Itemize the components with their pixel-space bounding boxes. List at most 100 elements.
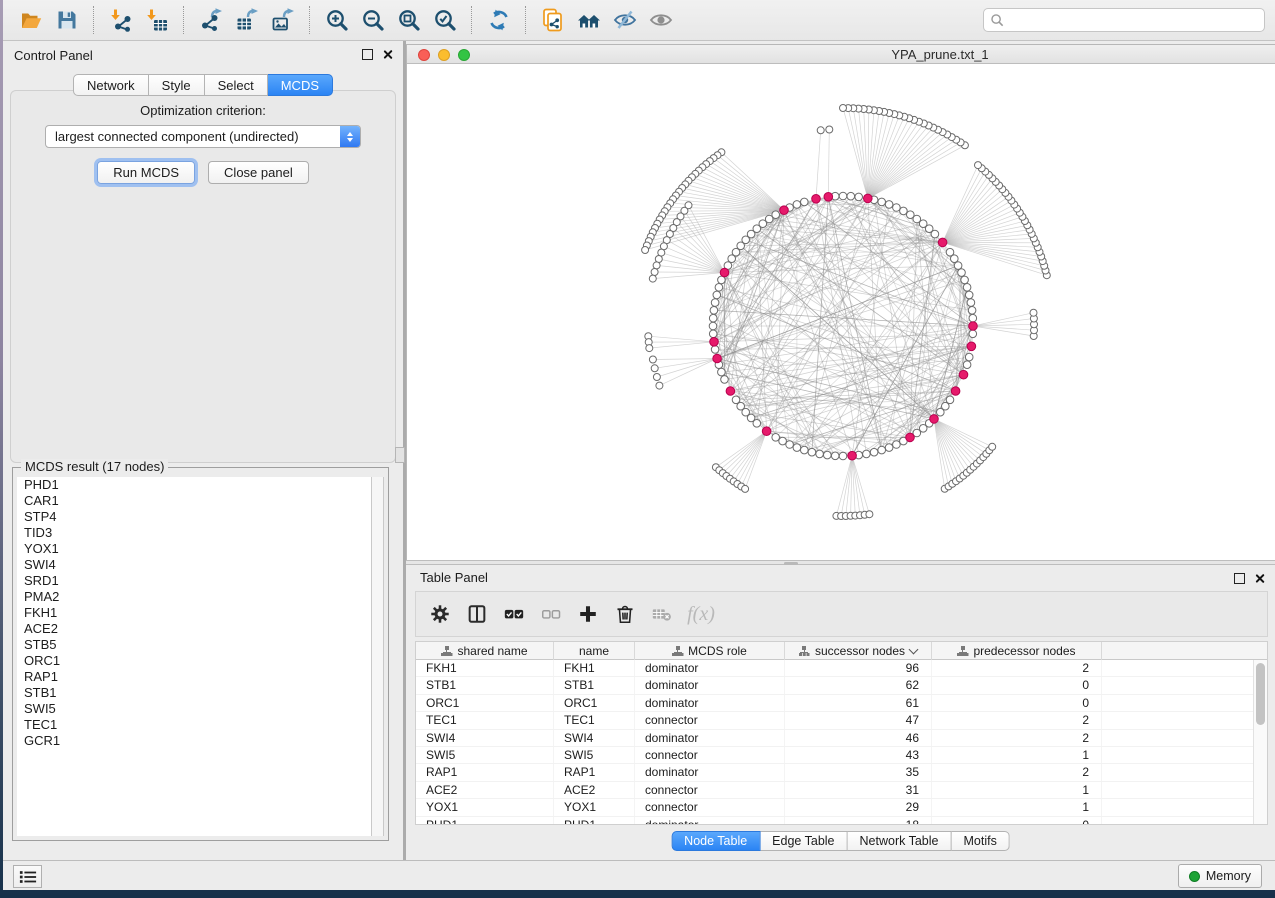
select-all-button[interactable] — [500, 600, 528, 628]
network-node[interactable] — [742, 485, 749, 492]
network-node[interactable] — [870, 448, 878, 456]
network-graph[interactable] — [407, 64, 1275, 560]
network-node[interactable] — [728, 255, 736, 263]
show-all-button[interactable] — [645, 5, 677, 35]
splitter-grip[interactable] — [395, 447, 405, 463]
scrollbar-thumb[interactable] — [1256, 663, 1265, 725]
network-node[interactable] — [721, 376, 729, 384]
tab-edge-table[interactable]: Edge Table — [760, 831, 847, 851]
table-row[interactable]: SWI5SWI5connector431 — [416, 747, 1267, 764]
new-network-from-selection-button[interactable] — [537, 5, 569, 35]
network-node[interactable] — [1030, 309, 1037, 316]
export-network-button[interactable] — [195, 5, 227, 35]
hide-selected-button[interactable] — [609, 5, 641, 35]
network-node[interactable] — [864, 194, 873, 203]
network-node[interactable] — [812, 195, 821, 204]
column-header-successor-nodes[interactable]: successor nodes — [785, 642, 932, 660]
zoom-selected-button[interactable] — [429, 5, 461, 35]
network-node[interactable] — [642, 247, 649, 254]
network-node[interactable] — [801, 198, 809, 206]
network-node[interactable] — [969, 330, 977, 338]
window-maximize-traffic-icon[interactable] — [458, 49, 470, 61]
network-node[interactable] — [900, 207, 908, 215]
network-node[interactable] — [713, 354, 722, 363]
network-node[interactable] — [715, 284, 723, 292]
network-node[interactable] — [863, 450, 871, 458]
network-node[interactable] — [848, 451, 857, 460]
save-session-button[interactable] — [51, 5, 83, 35]
close-panel-button[interactable]: Close panel — [208, 161, 309, 184]
zoom-in-button[interactable] — [321, 5, 353, 35]
table-row[interactable]: FKH1FKH1dominator962 — [416, 660, 1267, 677]
network-node[interactable] — [709, 314, 717, 322]
network-node[interactable] — [720, 268, 729, 277]
refresh-layout-button[interactable] — [483, 5, 515, 35]
network-node[interactable] — [653, 374, 660, 381]
network-node[interactable] — [840, 105, 847, 112]
network-node[interactable] — [954, 262, 962, 270]
network-node[interactable] — [965, 353, 973, 361]
tab-network-table[interactable]: Network Table — [848, 831, 952, 851]
result-list-scrollbar[interactable] — [371, 477, 384, 836]
network-node[interactable] — [839, 452, 847, 460]
network-node[interactable] — [938, 238, 947, 247]
network-node[interactable] — [967, 342, 976, 351]
network-node[interactable] — [713, 291, 721, 299]
network-node[interactable] — [649, 356, 656, 363]
table-row[interactable]: TEC1TEC1connector472 — [416, 712, 1267, 729]
network-node[interactable] — [878, 198, 886, 206]
mcds-result-list[interactable]: PHD1CAR1STP4TID3YOX1SWI4SRD1PMA2FKH1ACE2… — [17, 477, 384, 836]
column-header-name[interactable]: name — [554, 642, 635, 660]
network-node[interactable] — [946, 248, 954, 256]
table-row[interactable]: ACE2ACE2connector311 — [416, 782, 1267, 799]
import-network-button[interactable] — [105, 5, 137, 35]
delete-table-button[interactable] — [648, 600, 676, 628]
network-node[interactable] — [885, 444, 893, 452]
table-row[interactable]: PHD1PHD1dominator180 — [416, 817, 1267, 825]
result-list-item[interactable]: GCR1 — [17, 733, 384, 749]
network-node[interactable] — [907, 211, 915, 219]
network-node[interactable] — [710, 338, 719, 347]
network-node[interactable] — [651, 365, 658, 372]
network-node[interactable] — [651, 269, 658, 276]
network-node[interactable] — [711, 299, 719, 307]
network-node[interactable] — [965, 291, 973, 299]
tab-motifs[interactable]: Motifs — [951, 831, 1009, 851]
network-node[interactable] — [968, 307, 976, 315]
run-mcds-button[interactable]: Run MCDS — [97, 161, 195, 184]
network-node[interactable] — [961, 276, 969, 284]
table-options-button[interactable] — [426, 600, 454, 628]
network-node[interactable] — [646, 345, 653, 352]
network-node[interactable] — [969, 322, 978, 331]
network-node[interactable] — [963, 361, 971, 369]
tab-select[interactable]: Select — [205, 74, 268, 96]
task-history-button[interactable] — [13, 865, 42, 888]
window-close-traffic-icon[interactable] — [418, 49, 430, 61]
network-node[interactable] — [839, 192, 847, 200]
table-row[interactable]: STB1STB1dominator620 — [416, 677, 1267, 694]
first-neighbors-button[interactable] — [573, 5, 605, 35]
search-box[interactable] — [983, 8, 1265, 32]
network-node[interactable] — [946, 396, 954, 404]
network-node[interactable] — [878, 446, 886, 454]
result-list-item[interactable]: PMA2 — [17, 589, 384, 605]
network-node[interactable] — [710, 307, 718, 315]
result-list-item[interactable]: ACE2 — [17, 621, 384, 637]
result-list-item[interactable]: SWI5 — [17, 701, 384, 717]
tab-style[interactable]: Style — [149, 74, 205, 96]
result-list-item[interactable]: STB5 — [17, 637, 384, 653]
result-list-item[interactable]: STP4 — [17, 509, 384, 525]
criterion-select[interactable]: largest connected component (undirected) — [45, 125, 361, 148]
network-node[interactable] — [786, 441, 794, 449]
network-node[interactable] — [718, 368, 726, 376]
network-node[interactable] — [866, 511, 873, 518]
network-node[interactable] — [885, 201, 893, 209]
zoom-fit-button[interactable] — [393, 5, 425, 35]
column-header-shared-name[interactable]: shared name — [416, 642, 554, 660]
network-node[interactable] — [780, 206, 789, 215]
float-panel-icon[interactable] — [1234, 573, 1245, 584]
delete-column-button[interactable] — [611, 600, 639, 628]
network-node[interactable] — [653, 262, 660, 269]
network-node[interactable] — [855, 193, 863, 201]
result-list-item[interactable]: TEC1 — [17, 717, 384, 733]
